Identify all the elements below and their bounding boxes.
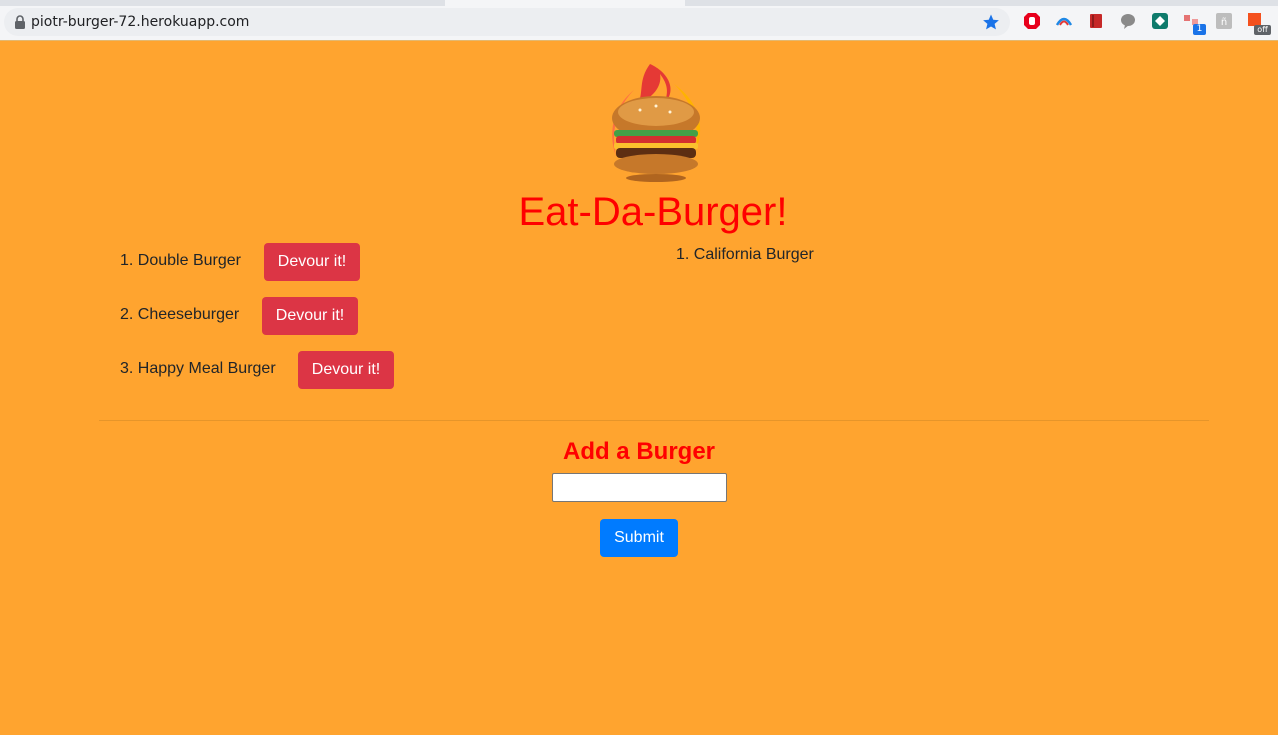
glyph-icon[interactable]: ñ (1215, 12, 1233, 30)
flaming-burger-logo (612, 64, 701, 182)
list-item: 1. California Burger (676, 246, 814, 263)
rainbow-arc-icon[interactable] (1055, 12, 1073, 30)
lock-icon (15, 15, 25, 29)
off-badge: off (1254, 25, 1271, 35)
submit-button[interactable]: Submit (600, 519, 678, 557)
devour-button[interactable]: Devour it! (298, 351, 394, 389)
devour-button[interactable]: Devour it! (264, 243, 360, 281)
burger-name: 2. Cheeseburger (120, 306, 240, 323)
devour-button[interactable]: Devour it! (262, 297, 358, 335)
burger-name: 3. Happy Meal Burger (120, 360, 276, 377)
speech-bubble-icon[interactable] (1119, 12, 1137, 30)
bookmark-star-icon[interactable] (982, 13, 1000, 31)
feedly-icon[interactable] (1151, 12, 1169, 30)
burger-name: 1. Double Burger (120, 252, 241, 269)
browser-toolbar: piotr-burger-72.herokuapp.com 1 ñ off (0, 0, 1278, 41)
active-tab[interactable] (445, 0, 685, 6)
add-burger-heading: Add a Burger (562, 438, 715, 465)
svg-text:ñ: ñ (1221, 17, 1227, 28)
url-text: piotr-burger-72.herokuapp.com (31, 14, 250, 30)
extension-count-badge: 1 (1193, 24, 1206, 35)
adblock-icon[interactable] (1023, 12, 1041, 30)
page-title: Eat-Da-Burger! (518, 190, 788, 234)
red-book-icon[interactable] (1087, 12, 1105, 30)
tab-strip (0, 0, 1278, 6)
divider (99, 420, 1209, 421)
burger-name-input[interactable] (552, 473, 727, 502)
devoured-burger-list: 1. California Burger (676, 245, 814, 264)
address-bar[interactable]: piotr-burger-72.herokuapp.com (4, 8, 1010, 36)
